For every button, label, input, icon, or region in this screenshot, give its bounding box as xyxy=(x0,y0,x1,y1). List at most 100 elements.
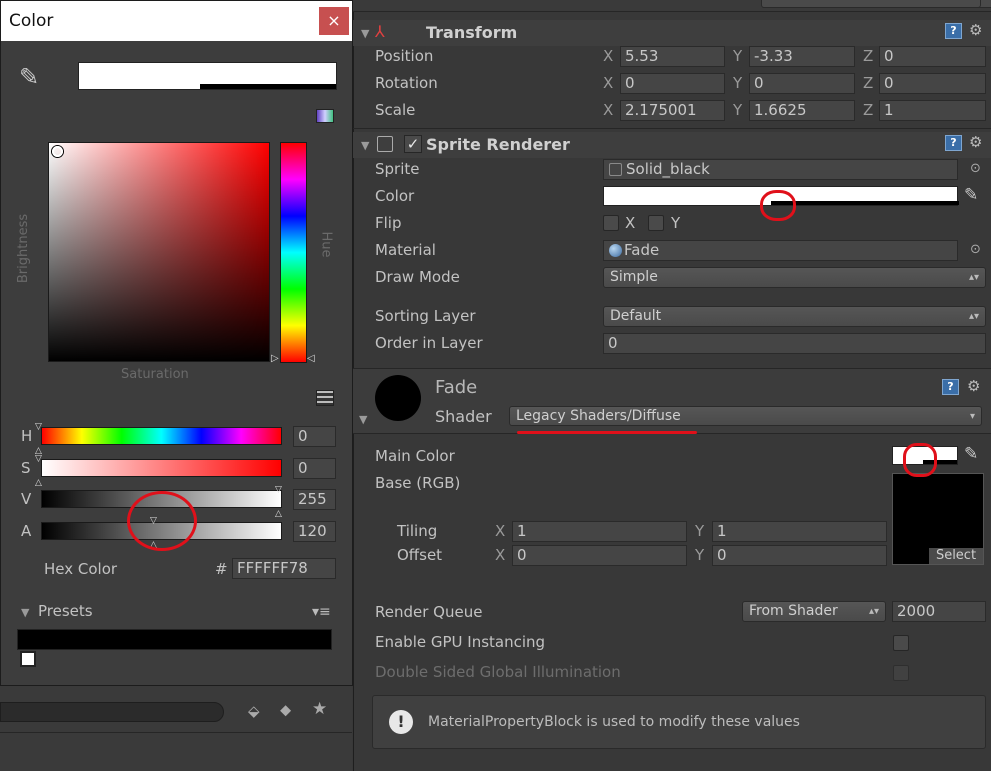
presets-foldout-icon[interactable]: ▼ xyxy=(21,606,29,619)
enabled-checkbox[interactable]: ✓ xyxy=(404,135,422,153)
hue-strip[interactable] xyxy=(280,142,307,363)
eyedropper-icon[interactable]: ✎ xyxy=(19,63,39,91)
main-color-swatch[interactable] xyxy=(892,446,958,465)
axis-x-label[interactable]: X xyxy=(603,47,613,65)
color-preview xyxy=(78,62,337,90)
sprite-renderer-header[interactable]: ▼ ✓ Sprite Renderer ? ⚙ xyxy=(353,132,991,158)
position-z-field[interactable]: 0 xyxy=(879,46,986,67)
render-queue-label: Render Queue xyxy=(375,603,483,621)
offset-y-field[interactable]: 0 xyxy=(712,545,887,566)
saturation-slider[interactable] xyxy=(41,459,282,477)
hue-slider[interactable] xyxy=(41,427,282,445)
render-queue-field[interactable]: 2000 xyxy=(892,601,986,622)
sv-picker-handle[interactable] xyxy=(52,146,63,157)
slider-handle[interactable]: ▽ △ xyxy=(35,453,42,489)
texture-select-button[interactable]: Select xyxy=(929,548,983,564)
foldout-arrow-icon[interactable]: ▼ xyxy=(361,27,369,40)
object-picker-icon[interactable]: ⊙ xyxy=(970,242,981,257)
presets-menu-icon[interactable]: ▾≡ xyxy=(312,604,331,620)
flip-y-checkbox[interactable] xyxy=(648,215,664,231)
texture-slot[interactable]: Select xyxy=(892,473,984,565)
hue-handle-left[interactable]: ▷ xyxy=(271,353,279,364)
sprite-asset-icon xyxy=(609,163,622,176)
slider-handle[interactable]: ▽ △ xyxy=(275,484,282,520)
object-picker-icon[interactable]: ⊙ xyxy=(970,161,981,176)
eyedropper-icon[interactable]: ✎ xyxy=(964,444,978,464)
help-icon[interactable]: ? xyxy=(945,23,962,39)
axis-z-label[interactable]: Z xyxy=(863,74,873,92)
tiling-y-field[interactable]: 1 xyxy=(712,521,887,542)
axis-x-label[interactable]: X xyxy=(603,101,613,119)
color-swatch[interactable] xyxy=(603,186,959,206)
scale-z-field[interactable]: 1 xyxy=(879,100,986,121)
axis-y-label[interactable]: Y xyxy=(733,47,742,65)
preset-swatch[interactable] xyxy=(20,651,36,667)
slider-mode-icon[interactable] xyxy=(316,390,334,406)
rotation-x-field[interactable]: 0 xyxy=(620,73,725,94)
layer-dropdown[interactable] xyxy=(761,0,981,8)
axis-x-label[interactable]: X xyxy=(495,522,505,540)
alpha-slider[interactable] xyxy=(41,522,282,540)
scale-y-field[interactable]: 1.6625 xyxy=(749,100,855,121)
value-slider[interactable] xyxy=(41,490,282,508)
favorite-star-icon[interactable]: ★ xyxy=(312,699,327,719)
axis-y-label[interactable]: Y xyxy=(733,74,742,92)
s-field[interactable]: 0 xyxy=(293,458,336,479)
eyedropper-icon[interactable]: ✎ xyxy=(964,185,978,205)
foldout-arrow-icon[interactable]: ▼ xyxy=(361,139,369,152)
order-in-layer-field[interactable]: 0 xyxy=(603,333,986,354)
info-box: ! MaterialPropertyBlock is used to modif… xyxy=(372,695,986,749)
position-y-field[interactable]: -3.33 xyxy=(749,46,855,67)
gpu-instancing-checkbox[interactable] xyxy=(893,635,909,651)
tiling-x-field[interactable]: 1 xyxy=(512,521,687,542)
axis-z-label[interactable]: Z xyxy=(863,101,873,119)
color-window-titlebar[interactable]: Color xyxy=(1,1,352,41)
label-tag-icon[interactable]: ⬥ xyxy=(280,700,291,720)
preset-swatch-bar[interactable] xyxy=(17,629,332,650)
scale-x-field[interactable]: 2.175001 xyxy=(620,100,725,121)
gear-icon[interactable]: ⚙ xyxy=(967,377,980,395)
axis-x-label[interactable]: X xyxy=(495,546,505,564)
scale-label: Scale xyxy=(375,101,416,119)
filter-icon[interactable]: ⬙ xyxy=(248,702,260,720)
axis-x-label[interactable]: X xyxy=(603,74,613,92)
slider-handle[interactable]: ▽ △ xyxy=(35,421,42,457)
v-field[interactable]: 255 xyxy=(293,489,336,510)
help-icon[interactable]: ? xyxy=(942,379,959,395)
a-field[interactable]: 120 xyxy=(293,521,336,542)
axis-z-label[interactable]: Z xyxy=(863,47,873,65)
hue-handle-right[interactable]: ◁ xyxy=(307,353,315,364)
gear-icon[interactable]: ⚙ xyxy=(969,133,982,151)
rotation-label: Rotation xyxy=(375,74,438,92)
sorting-layer-dropdown[interactable]: Default ▴▾ xyxy=(603,306,986,327)
tiling-label: Tiling xyxy=(397,522,438,540)
offset-x-field[interactable]: 0 xyxy=(512,545,687,566)
color-label: Color xyxy=(375,187,415,205)
gear-icon[interactable]: ⚙ xyxy=(969,21,982,39)
flip-x-checkbox[interactable] xyxy=(603,215,619,231)
axis-y-label[interactable]: Y xyxy=(695,546,704,564)
h-field[interactable]: 0 xyxy=(293,426,336,447)
search-input[interactable] xyxy=(0,702,224,722)
help-icon[interactable]: ? xyxy=(945,135,962,151)
hex-color-field[interactable]: FFFFFF78 xyxy=(232,558,336,579)
sprite-object-field[interactable]: Solid_black xyxy=(603,159,958,180)
shader-dropdown[interactable]: Legacy Shaders/Diffuse ▾ xyxy=(509,406,982,426)
color-mode-icon[interactable] xyxy=(316,109,334,123)
render-queue-dropdown[interactable]: From Shader ▴▾ xyxy=(742,601,886,622)
foldout-arrow-icon[interactable]: ▼ xyxy=(359,413,367,426)
transform-header[interactable]: ▼ ⅄ Transform ? ⚙ xyxy=(353,20,991,46)
hierarchy-strip: ⬙ ⬥ ★ xyxy=(0,686,352,771)
slider-handle[interactable]: ▽ △ xyxy=(150,515,157,551)
close-button[interactable]: × xyxy=(319,7,349,35)
material-object-field[interactable]: Fade xyxy=(603,240,958,261)
axis-y-label[interactable]: Y xyxy=(695,522,704,540)
rotation-y-field[interactable]: 0 xyxy=(749,73,855,94)
position-x-field[interactable]: 5.53 xyxy=(620,46,725,67)
material-header[interactable]: ▼ Fade Shader Legacy Shaders/Diffuse ▾ ?… xyxy=(353,369,991,434)
rotation-z-field[interactable]: 0 xyxy=(879,73,986,94)
axis-y-label[interactable]: Y xyxy=(733,101,742,119)
flip-label: Flip xyxy=(375,214,402,232)
draw-mode-dropdown[interactable]: Simple ▴▾ xyxy=(603,267,986,288)
saturation-brightness-box[interactable] xyxy=(48,142,270,362)
